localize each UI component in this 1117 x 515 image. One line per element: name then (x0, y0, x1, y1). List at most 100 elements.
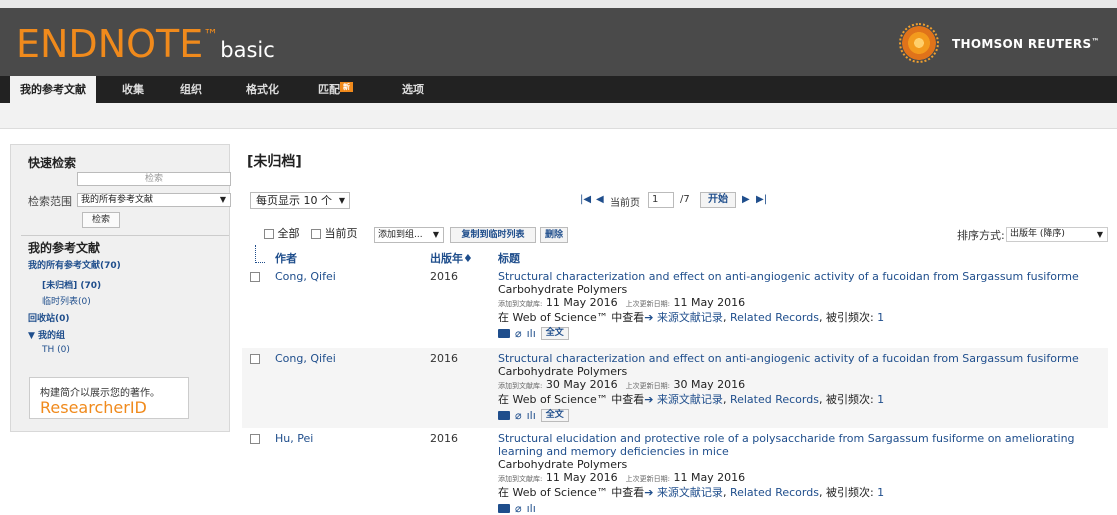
thomson-reuters-brand: THOMSON REUTERS™ (952, 37, 1100, 51)
record-year: 2016 (430, 270, 458, 283)
first-page-icon[interactable]: |◀ (580, 194, 591, 205)
nav-collect[interactable]: 收集 (122, 76, 144, 103)
record-wos-line: 在 Web of Science™ 中查看➔ 来源文献记录, Related R… (498, 486, 885, 499)
sidebar-unfiled[interactable]: [未归档] (70) (42, 278, 101, 291)
record-dates: 添加到文献库: 11 May 2016 上次更新日期: 11 May 2016 (498, 471, 746, 484)
times-cited-link[interactable]: 1 (877, 393, 884, 406)
quick-search-input[interactable]: 检索 (77, 172, 231, 186)
source-record-link[interactable]: 来源文献记录 (657, 311, 723, 324)
source-record-link[interactable]: 来源文献记录 (657, 486, 723, 499)
folder-icon[interactable] (498, 410, 510, 420)
app-header: ENDNOTE™basic THOMSON REUTERS™ (0, 8, 1117, 76)
record-title[interactable]: Structural elucidation and protective ro… (498, 432, 1098, 458)
nav-my-references[interactable]: 我的参考文献 (10, 76, 96, 103)
select-page[interactable]: 当前页 (311, 227, 358, 241)
record-author[interactable]: Cong, Qifei (275, 270, 336, 283)
record-wos-line: 在 Web of Science™ 中查看➔ 来源文献记录, Related R… (498, 393, 885, 406)
researcherid-promo[interactable]: 构建简介以展示您的著作。 ResearcherID (29, 377, 189, 419)
prev-page-icon[interactable]: ◀ (596, 194, 604, 205)
record-checkbox[interactable] (250, 434, 260, 444)
attachment-icon[interactable]: ⌀ (515, 409, 522, 422)
record-journal: Carbohydrate Polymers (498, 283, 628, 296)
record-dates: 添加到文献库: 30 May 2016 上次更新日期: 30 May 2016 (498, 378, 746, 391)
logo-main: ENDNOTE (16, 22, 204, 66)
sidebar-trash[interactable]: 回收站(0) (28, 311, 70, 324)
record-body: Structural elucidation and protective ro… (498, 432, 1098, 515)
nav-organize[interactable]: 组织 (180, 76, 202, 103)
nav-options[interactable]: 选项 (402, 76, 424, 103)
chevron-down-icon: ▼ (338, 196, 345, 205)
select-all-checkbox[interactable] (264, 229, 274, 239)
related-records-link[interactable]: Related Records (730, 486, 819, 499)
search-button[interactable]: 检索 (82, 212, 120, 228)
page-number-input[interactable]: 1 (648, 192, 674, 208)
record-row: Cong, Qifei 2016 Structural characteriza… (242, 348, 1108, 428)
select-page-checkbox[interactable] (311, 229, 321, 239)
folder-icon[interactable] (498, 503, 510, 513)
record-author[interactable]: Cong, Qifei (275, 352, 336, 365)
per-page-select[interactable]: 每页显示 10 个 ▼ (250, 192, 350, 209)
researcherid-logo: ResearcherID (40, 398, 147, 417)
record-author[interactable]: Hu, Pei (275, 432, 313, 445)
record-journal: Carbohydrate Polymers (498, 458, 628, 471)
search-scope-select[interactable]: 我的所有参考文献 ▼ (77, 193, 231, 207)
record-journal: Carbohydrate Polymers (498, 365, 628, 378)
sort-select[interactable]: 出版年 (降序) ▼ (1006, 227, 1108, 242)
column-author[interactable]: 作者 (275, 250, 297, 266)
nav-format[interactable]: 格式化 (246, 76, 279, 103)
next-page-icon[interactable]: ▶ (742, 194, 750, 205)
thomson-reuters-sphere-icon (902, 26, 936, 60)
last-page-icon[interactable]: ▶| (756, 194, 767, 205)
record-checkbox[interactable] (250, 354, 260, 364)
chevron-down-icon: ▼ (1096, 230, 1103, 239)
nav-match[interactable]: 匹配新 (318, 76, 353, 103)
select-all[interactable]: 全部 (264, 227, 300, 241)
endnote-logo[interactable]: ENDNOTE™basic (16, 22, 275, 66)
times-cited-link[interactable]: 1 (877, 486, 884, 499)
researcherid-caption: 构建简介以展示您的著作。 (40, 388, 160, 399)
fulltext-button[interactable]: 全文 (540, 408, 569, 422)
arrow-icon: ➔ (644, 486, 654, 499)
column-year[interactable]: 出版年♦ (430, 250, 473, 266)
record-row: Hu, Pei 2016 Structural elucidation and … (242, 428, 1108, 515)
sidebar-group-th[interactable]: TH (0) (42, 345, 70, 355)
logo-tm: ™ (203, 26, 219, 44)
bar-chart-icon[interactable]: ılı (527, 502, 536, 515)
sidebar-all-references[interactable]: 我的所有参考文献(70) (28, 258, 121, 271)
delete-button[interactable]: 删除 (540, 227, 568, 243)
record-body: Structural characterization and effect o… (498, 270, 1098, 340)
record-title[interactable]: Structural characterization and effect o… (498, 352, 1098, 365)
sidebar: 快速检索 检索 检索范围 我的所有参考文献 ▼ 检索 我的参考文献 我的所有参考文… (10, 144, 231, 432)
source-record-link[interactable]: 来源文献记录 (657, 393, 723, 406)
record-checkbox[interactable] (250, 272, 260, 282)
select-indicator (255, 245, 265, 263)
folder-icon[interactable] (498, 328, 510, 338)
go-button[interactable]: 开始 (700, 192, 736, 208)
page-title: [未归档] (247, 154, 302, 170)
related-records-link[interactable]: Related Records (730, 393, 819, 406)
record-icons: ⌀ ılı (498, 501, 1098, 515)
related-records-link[interactable]: Related Records (730, 311, 819, 324)
total-pages: /7 (680, 194, 690, 205)
record-year: 2016 (430, 352, 458, 365)
chevron-down-icon: ▼ (432, 230, 439, 239)
sidebar-quick-list[interactable]: 临时列表(0) (42, 294, 91, 307)
attachment-icon[interactable]: ⌀ (515, 502, 522, 515)
new-badge: 新 (340, 82, 353, 92)
sidebar-my-groups[interactable]: ▼ 我的组 (28, 328, 65, 341)
record-row: Cong, Qifei 2016 Structural characteriza… (242, 266, 1108, 348)
bar-chart-icon[interactable]: ılı (527, 409, 536, 422)
times-cited-link[interactable]: 1 (877, 311, 884, 324)
attachment-icon[interactable]: ⌀ (515, 327, 522, 340)
copy-to-quick-list-button[interactable]: 复制到临时列表 (450, 227, 536, 243)
add-to-group-select[interactable]: 添加到组... ▼ (374, 227, 444, 243)
record-icons: ⌀ ılı 全文 (498, 408, 1098, 422)
record-year: 2016 (430, 432, 458, 445)
record-title[interactable]: Structural characterization and effect o… (498, 270, 1098, 283)
bar-chart-icon[interactable]: ılı (527, 327, 536, 340)
sort-label: 排序方式: (957, 229, 1005, 242)
my-references-title: 我的参考文献 (28, 241, 101, 255)
fulltext-button[interactable]: 全文 (540, 326, 569, 340)
column-title[interactable]: 标题 (498, 250, 520, 266)
top-strip (0, 0, 1117, 8)
